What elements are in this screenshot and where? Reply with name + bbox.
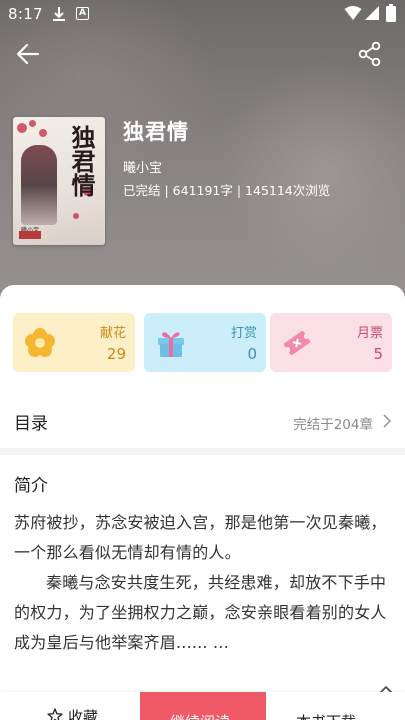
intro-title: 简介 [14,476,48,496]
cover-blossom [39,129,47,137]
wifi-icon [344,6,362,20]
gift-icon [158,332,184,357]
signal-icon [365,6,379,20]
reward-label: 打赏 [230,326,257,341]
cover-blossom [73,213,79,219]
status-time: 8:17 [8,5,43,23]
continue-reading-label: 继续阅读 [170,711,230,720]
book-detail-card: 献花 29 打赏 0 月票 5 目录 完结于204章 简介 苏府被抄，苏念安被迫… [0,285,405,720]
book-author[interactable]: 曦小宝 [123,157,162,176]
a-badge-icon: A [76,7,89,20]
monthly-ticket-stat-button[interactable]: 月票 5 [270,313,392,372]
back-arrow-icon[interactable] [14,40,42,68]
download-icon [53,7,65,21]
flower-label: 献花 [99,326,126,341]
reward-count: 0 [247,345,257,363]
toc-completion-status: 完结于204章 [293,417,373,433]
chevron-right-icon [383,414,392,428]
bottom-action-bar: 收藏 继续阅读 本书下载 [0,692,405,720]
flower-count: 29 [106,345,126,363]
battery-icon [386,4,396,22]
cover-title: 独君情 [67,125,96,197]
ticket-label: 月票 [356,326,383,341]
book-cover[interactable]: 独君情 曦小宝 [13,117,105,245]
continue-reading-button[interactable]: 继续阅读 [140,692,266,720]
favorite-button[interactable]: 收藏 [0,692,140,720]
table-of-contents-row[interactable]: 目录 完结于204章 [0,392,405,444]
cover-figure [21,145,57,225]
intro-paragraph: 秦曦与念安共度生死，共经患难，却放不下手中的权力，为了坐拥权力之巅，念安亲眼看着… [14,573,387,652]
favorite-label: 收藏 [68,708,99,720]
cover-seal [19,231,41,239]
cover-blossom [17,123,27,133]
cover-blossom [29,120,36,127]
ticket-count: 5 [373,345,383,363]
book-title: 独君情 [123,120,189,144]
download-book-label: 本书下载 [296,711,356,720]
share-icon[interactable] [356,40,384,68]
flower-stat-button[interactable]: 献花 29 [13,313,135,372]
toc-title: 目录 [14,414,48,434]
star-icon [47,708,63,720]
intro-text[interactable]: 苏府被抄，苏念安被迫入宫，那是他第一次见秦曦，一个那么看似无情却有情的人。 秦曦… [14,508,392,658]
flower-icon [25,328,55,357]
status-bar: 8:17 A [0,0,405,30]
reward-stat-button[interactable]: 打赏 0 [144,313,266,372]
section-divider [0,448,405,455]
download-book-button[interactable]: 本书下载 [266,692,405,720]
book-meta: 已完结 | 641191字 | 145114次浏览 [123,183,331,198]
stats-row: 献花 29 打赏 0 月票 5 [13,313,392,373]
intro-paragraph: 苏府被抄，苏念安被迫入宫，那是他第一次见秦曦，一个那么看似无情却有情的人。 [14,513,387,562]
ticket-icon [283,331,311,355]
